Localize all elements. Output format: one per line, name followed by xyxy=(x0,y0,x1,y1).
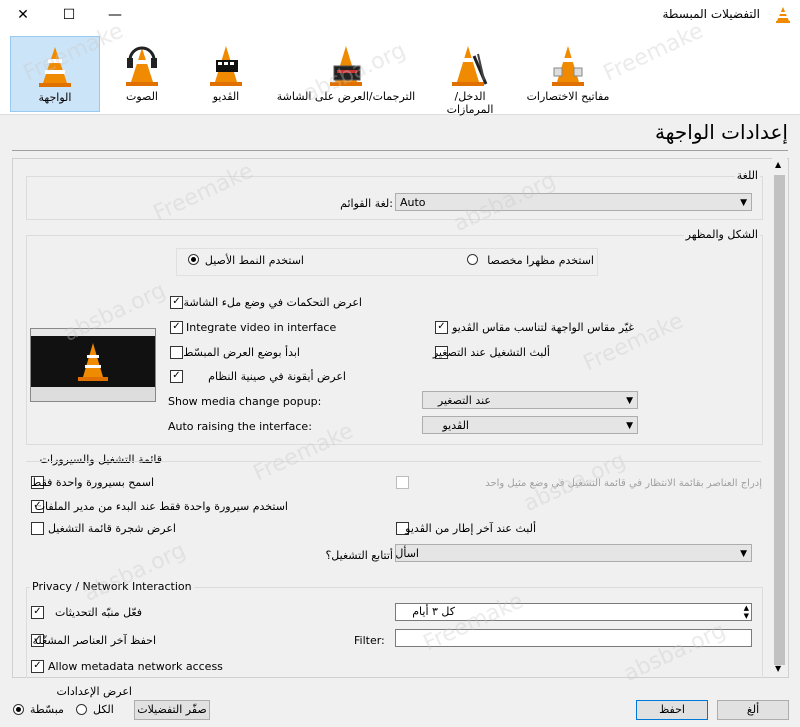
hotkeys-cone-icon xyxy=(552,46,584,86)
update-notifier-label: فعّل منبّه التحديثات xyxy=(54,606,142,619)
maximize-button[interactable]: ☐ xyxy=(46,0,92,30)
media-popup-select[interactable]: عند التصغير ▼ xyxy=(422,391,638,409)
category-label: الواجهة xyxy=(38,91,72,104)
window-title: التفضيلات المبسطة xyxy=(662,7,760,21)
simple-view-radio[interactable] xyxy=(13,704,24,715)
category-video[interactable]: الڤديو xyxy=(182,36,270,110)
minimal-view-label: ابدأ بوضع العرض المبسّط xyxy=(183,346,300,359)
filter-label: Filter: xyxy=(354,634,385,647)
integrate-video-checkbox[interactable]: ✓ xyxy=(170,321,183,334)
menu-language-select[interactable]: Auto ▼ xyxy=(395,193,752,211)
category-codecs[interactable]: الدخل/المرمازات xyxy=(432,36,508,116)
close-icon: ✕ xyxy=(17,7,29,23)
look-feel-group-label: الشكل والمظهر xyxy=(683,228,760,241)
native-style-label: استخدم النمط الأصيل xyxy=(204,254,304,267)
resize-interface-label: غيّر مقاس الواجهة لتناسب مقاس الڤديو xyxy=(452,321,634,334)
category-audio[interactable]: الصوت xyxy=(98,36,186,110)
media-popup-label: Show media change popup: xyxy=(168,395,322,408)
category-hotkeys[interactable]: مفاتيح الاختصارات xyxy=(518,36,618,110)
audio-cone-icon xyxy=(126,46,158,86)
menu-language-label: لغة القوائم: xyxy=(340,197,393,210)
scrollbar-thumb[interactable] xyxy=(774,175,785,665)
category-label: مفاتيح الاختصارات xyxy=(526,90,610,103)
auto-raise-select[interactable]: الڤديو ▼ xyxy=(422,416,638,434)
category-subtitles[interactable]: الترجمات/العرض على الشاشة xyxy=(270,36,422,110)
pause-minimize-label: ألبث التشغيل عند التصغير xyxy=(432,346,550,359)
privacy-group-label: Privacy / Network Interaction xyxy=(30,580,194,593)
minimal-view-checkbox[interactable] xyxy=(170,346,183,359)
category-label: الڤديو xyxy=(212,90,240,103)
resize-interface-checkbox[interactable]: ✓ xyxy=(435,321,448,334)
update-notifier-checkbox[interactable]: ✓ xyxy=(31,606,44,619)
native-style-radio[interactable] xyxy=(188,254,199,265)
enqueue-checkbox[interactable] xyxy=(396,476,409,489)
auto-raise-label: Auto raising the interface: xyxy=(168,420,312,433)
update-interval-spinbox[interactable]: كل ٣ أيام ▲ ▼ xyxy=(395,603,752,621)
custom-skin-label: استخدم مظهرا مخصصا xyxy=(487,254,594,267)
chevron-down-icon: ▼ xyxy=(626,421,633,431)
maximize-icon: ☐ xyxy=(62,7,76,23)
all-view-label: الكل xyxy=(93,703,114,716)
close-button[interactable]: ✕ xyxy=(0,0,46,30)
playlist-tree-checkbox[interactable] xyxy=(31,522,44,535)
systray-icon-checkbox[interactable]: ✓ xyxy=(170,370,183,383)
file-manager-instance-label: استخدم سيرورة واحدة فقط عند البدء من مدي… xyxy=(34,500,288,513)
minimize-icon: — xyxy=(108,7,122,23)
scroll-down-icon[interactable]: ▼ xyxy=(775,664,781,673)
playlist-tree-label: اعرض شجرة قائمة التشغيل xyxy=(47,522,176,535)
save-button[interactable]: احفظ xyxy=(636,700,708,720)
interface-cone-icon xyxy=(39,47,71,87)
playlist-divider xyxy=(26,461,761,462)
preview-cone-icon xyxy=(78,343,108,381)
recent-items-label: احفظ آخر العناصر المشغّلة xyxy=(32,634,157,647)
pause-last-frame-label: ألبث عند آخر إطار من الڤديو xyxy=(405,522,536,535)
continue-playback-value: اسأل xyxy=(395,547,419,560)
page-title: إعدادات الواجهة xyxy=(654,120,788,144)
systray-icon-label: اعرض أيقونة في صينية النظام xyxy=(208,370,346,383)
language-group-label: اللغة xyxy=(734,169,760,182)
enqueue-label: إدراج العناصر بقائمة الانتظار في قائمة ا… xyxy=(485,478,762,489)
all-view-radio[interactable] xyxy=(76,704,87,715)
metadata-access-checkbox[interactable]: ✓ xyxy=(31,660,44,673)
chevron-down-icon: ▼ xyxy=(740,549,747,559)
update-interval-value: كل ٣ أيام xyxy=(412,605,455,618)
category-interface[interactable]: الواجهة xyxy=(10,36,100,112)
fullscreen-controls-label: اعرض التحكمات في وضع ملء الشاشة xyxy=(183,296,362,309)
media-popup-value: عند التصغير xyxy=(437,394,491,407)
minimize-button[interactable]: — xyxy=(92,0,138,30)
playlist-group-label: قائمة التشغيل والسيرورات xyxy=(37,453,164,466)
fullscreen-controls-checkbox[interactable]: ✓ xyxy=(170,296,183,309)
codecs-cone-icon xyxy=(452,46,488,86)
video-preview-image xyxy=(30,328,156,402)
simple-view-label: مبسّطة xyxy=(30,703,64,716)
continue-playback-label: أتتابع التشغيل؟ xyxy=(325,549,393,562)
vlc-cone-icon xyxy=(776,7,790,23)
auto-raise-value: الڤديو xyxy=(442,419,470,432)
title-divider xyxy=(12,150,788,151)
reset-preferences-button[interactable]: صفّر التفضيلات xyxy=(134,700,210,720)
category-label: الدخل/المرمازات xyxy=(446,90,494,116)
category-label: الترجمات/العرض على الشاشة xyxy=(276,90,416,103)
show-settings-label: اعرض الإعدادات xyxy=(56,685,132,698)
video-cone-icon xyxy=(210,46,242,86)
custom-skin-radio[interactable] xyxy=(467,254,478,265)
spin-arrows-icon[interactable]: ▲ ▼ xyxy=(744,604,749,620)
chevron-down-icon: ▼ xyxy=(740,198,747,208)
subtitles-cone-icon xyxy=(330,46,362,86)
filter-input[interactable] xyxy=(395,629,752,647)
menu-language-value: Auto xyxy=(400,196,426,209)
chevron-down-icon: ▼ xyxy=(626,396,633,406)
integrate-video-label: Integrate video in interface xyxy=(186,321,337,334)
cancel-button[interactable]: ألغ xyxy=(717,700,789,720)
metadata-access-label: Allow metadata network access xyxy=(48,660,223,673)
category-label: الصوت xyxy=(126,90,158,103)
one-instance-label: اسمح بسيرورة واحدة فقط xyxy=(31,476,154,489)
continue-playback-select[interactable]: اسأل ▼ xyxy=(395,544,752,562)
scroll-up-icon[interactable]: ▲ xyxy=(775,160,781,169)
